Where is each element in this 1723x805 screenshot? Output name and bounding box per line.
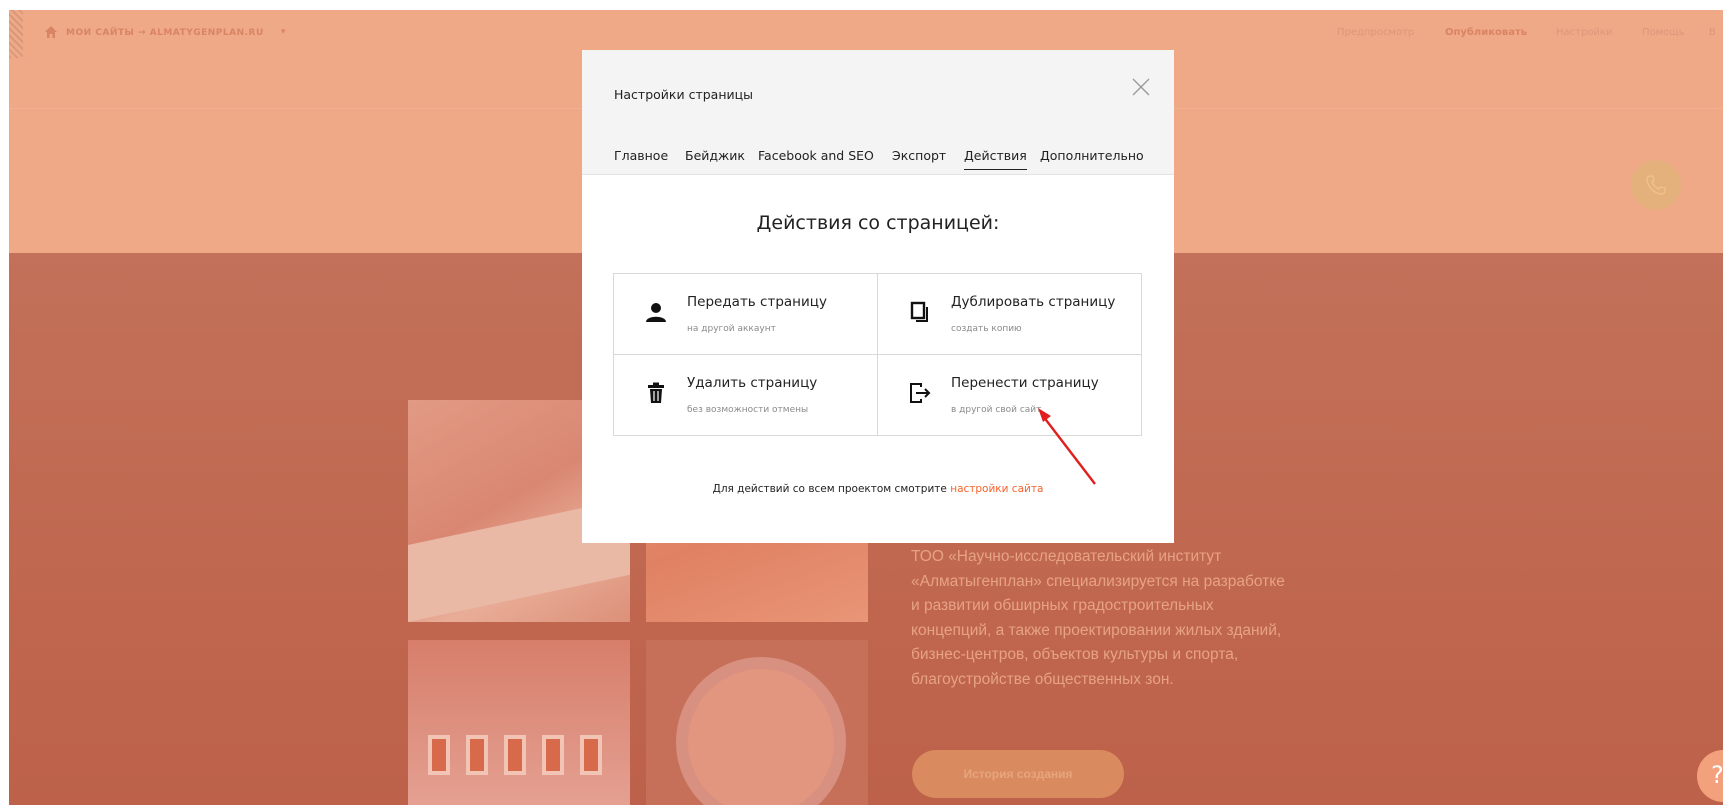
move-page-action[interactable]: Перенести страницу в другой свой сайт [878,355,1141,435]
action-subtitle: на другой аккаунт [687,324,776,334]
tab-export[interactable]: Экспорт [892,148,946,163]
action-title: Перенести страницу [951,375,1099,391]
modal-title: Настройки страницы [614,87,753,102]
tab-actions[interactable]: Действия [964,148,1027,170]
footer-text: Для действий со всем проектом смотрите [712,483,951,495]
action-subtitle: создать копию [951,324,1022,334]
tab-badge[interactable]: Бейджик [685,148,745,163]
action-subtitle: в другой свой сайт [951,405,1042,415]
duplicate-icon [910,301,928,322]
duplicate-page-action[interactable]: Дублировать страницу создать копию [878,274,1141,354]
help-link[interactable]: Помощь [1642,27,1685,38]
phone-button[interactable] [1631,160,1681,210]
preview-link[interactable]: Предпросмотр [1337,27,1414,38]
settings-link[interactable]: Настройки [1556,27,1612,38]
building-photo-4 [646,640,868,805]
building-photo-3 [408,640,630,805]
delete-page-action[interactable]: Удалить страницу без возможности отмены [614,355,877,435]
home-icon[interactable] [44,25,58,39]
trash-icon [648,382,664,403]
tab-facebook-seo[interactable]: Facebook and SEO [758,148,874,163]
editor-screen: МОИ САЙТЫ → ALMATYGENPLAN.RU ▾ Предпросм… [0,0,1723,805]
action-title: Передать страницу [687,294,827,310]
site-dropdown-caret[interactable]: ▾ [281,27,286,37]
action-subtitle: без возможности отмены [687,405,809,415]
publish-link[interactable]: Опубликовать [1445,27,1527,38]
about-description: ТОО «Научно-исследовательский институт «… [911,548,1285,688]
modal-header: Настройки страницы Главное Бейджик Faceb… [582,50,1174,175]
user-icon [646,303,666,322]
history-button[interactable]: История создания [912,750,1124,798]
tab-main[interactable]: Главное [614,148,668,163]
exit-link[interactable]: В [1709,27,1716,38]
menu-handle[interactable] [9,10,23,58]
annotation-arrow [1038,408,1096,485]
transfer-page-action[interactable]: Передать страницу на другой аккаунт [614,274,877,354]
move-out-icon [910,383,931,403]
action-title: Удалить страницу [687,375,818,391]
close-icon[interactable] [1130,76,1152,98]
phone-icon [1646,175,1666,195]
action-title: Дублировать страницу [951,294,1116,310]
actions-heading: Действия со страницей: [756,212,1000,234]
tab-additional[interactable]: Дополнительно [1040,148,1144,163]
breadcrumb[interactable]: МОИ САЙТЫ → ALMATYGENPLAN.RU [66,28,264,38]
